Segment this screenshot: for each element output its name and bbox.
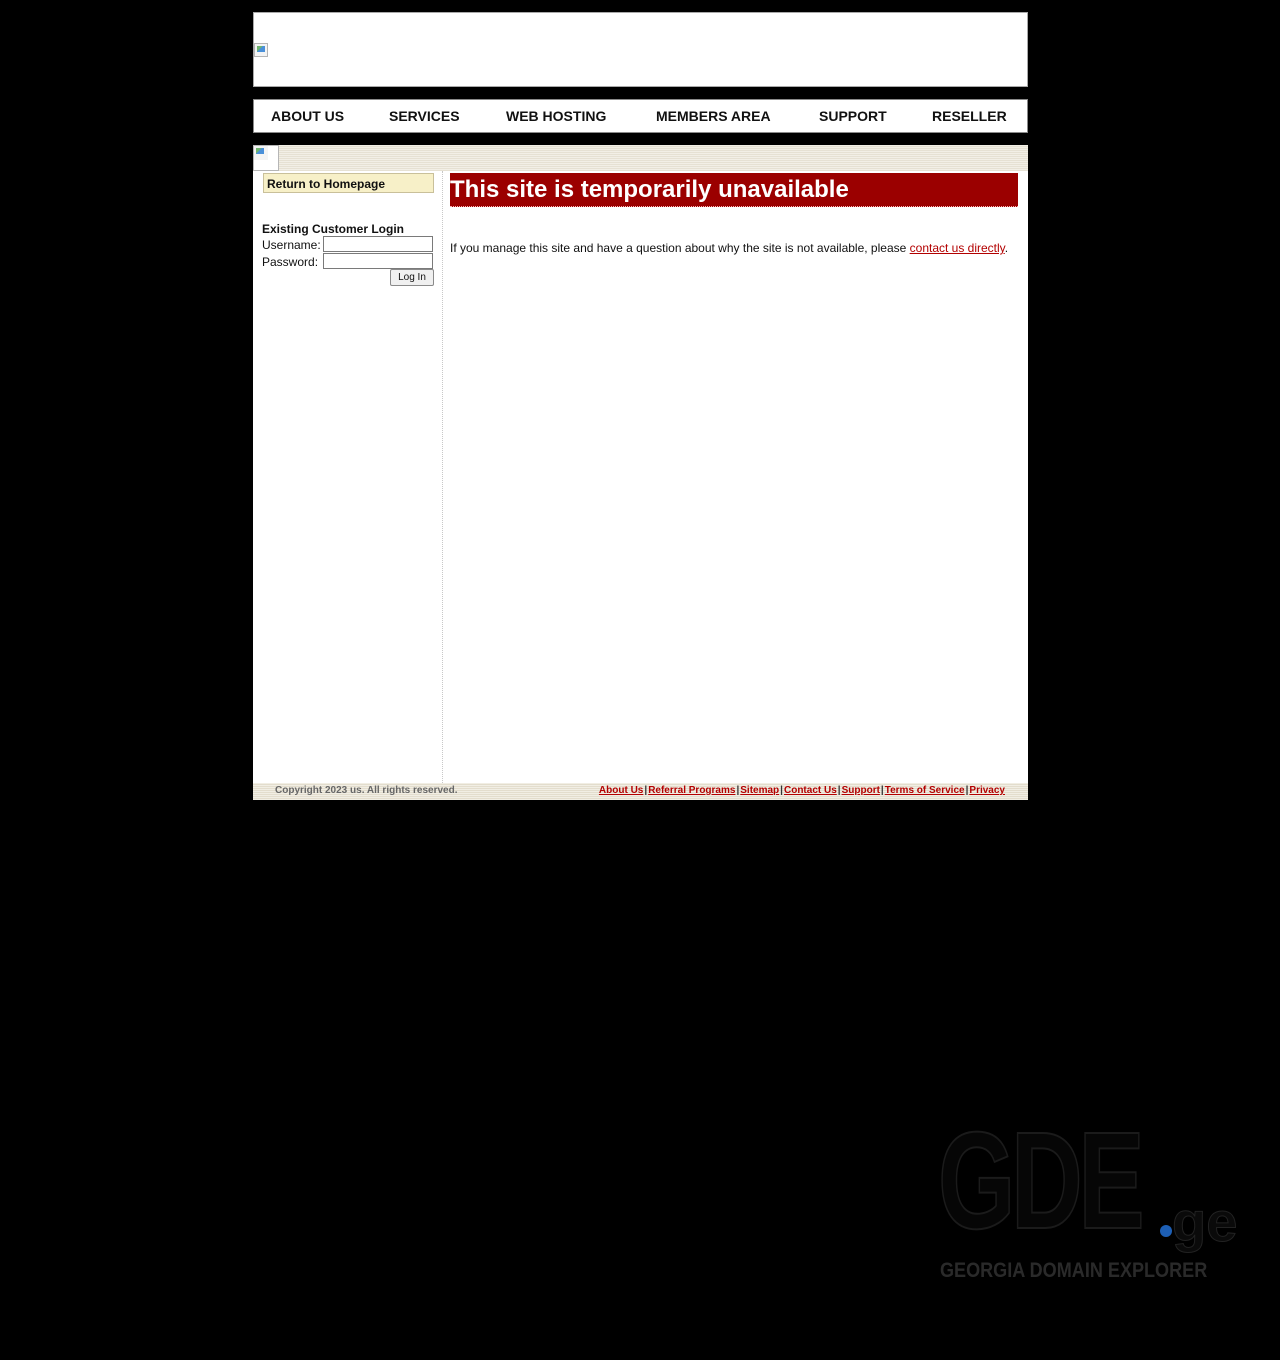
header-banner	[253, 12, 1028, 87]
watermark-tagline: GEORGIA DOMAIN EXPLORER	[940, 1259, 1208, 1282]
nav-services[interactable]: SERVICES	[389, 100, 460, 132]
footer-link-about-us[interactable]: About Us	[599, 785, 643, 796]
top-navigation: ABOUT US SERVICES WEB HOSTING MEMBERS AR…	[253, 99, 1028, 133]
footer-link-terms-of-service[interactable]: Terms of Service	[885, 785, 965, 796]
footer-link-referral-programs[interactable]: Referral Programs	[648, 785, 735, 796]
corner-image	[253, 145, 279, 171]
broken-image-icon	[254, 146, 268, 160]
message-end: .	[1004, 241, 1009, 255]
content-area: Return to Homepage Existing Customer Log…	[253, 171, 1028, 783]
footer-link-sitemap[interactable]: Sitemap	[740, 785, 779, 796]
nav-about-us[interactable]: ABOUT US	[271, 100, 344, 132]
footer: Copyright 2023 us. All rights reserved. …	[253, 783, 1028, 800]
sidebar: Return to Homepage Existing Customer Log…	[253, 171, 442, 783]
login-button[interactable]: Log In	[390, 269, 434, 286]
message-text: If you manage this site and have a quest…	[450, 241, 910, 255]
copyright-text: Copyright 2023 us. All rights reserved.	[275, 785, 458, 796]
unavailable-message: If you manage this site and have a quest…	[450, 241, 1008, 255]
sidebar-divider	[442, 171, 443, 783]
footer-link-privacy[interactable]: Privacy	[969, 785, 1005, 796]
nav-reseller[interactable]: RESELLER	[932, 100, 1007, 132]
nav-support[interactable]: SUPPORT	[819, 100, 887, 132]
gde-watermark-logo: GDE ge GEORGIA DOMAIN EXPLORER	[937, 1104, 1238, 1282]
return-to-homepage-link[interactable]: Return to Homepage	[263, 173, 434, 193]
password-input[interactable]	[323, 253, 433, 269]
content-header-stripe	[253, 145, 1028, 171]
username-label: Username:	[262, 238, 321, 252]
watermark-logo-text: GDE	[937, 1104, 1145, 1258]
footer-links: About Us|Referral Programs|Sitemap|Conta…	[599, 785, 1005, 796]
contact-us-link[interactable]: contact us directly	[910, 241, 1005, 255]
footer-link-contact-us[interactable]: Contact Us	[784, 785, 837, 796]
watermark-tld: ge	[1171, 1190, 1238, 1253]
username-input[interactable]	[323, 236, 433, 252]
footer-link-support[interactable]: Support	[842, 785, 880, 796]
login-title: Existing Customer Login	[262, 222, 405, 236]
password-label: Password:	[262, 255, 319, 269]
nav-web-hosting[interactable]: WEB HOSTING	[506, 100, 606, 132]
page-headline: This site is temporarily unavailable	[450, 173, 1018, 207]
nav-members-area[interactable]: MEMBERS AREA	[656, 100, 771, 132]
broken-image-icon	[254, 43, 268, 57]
watermark-dot	[1160, 1225, 1172, 1237]
